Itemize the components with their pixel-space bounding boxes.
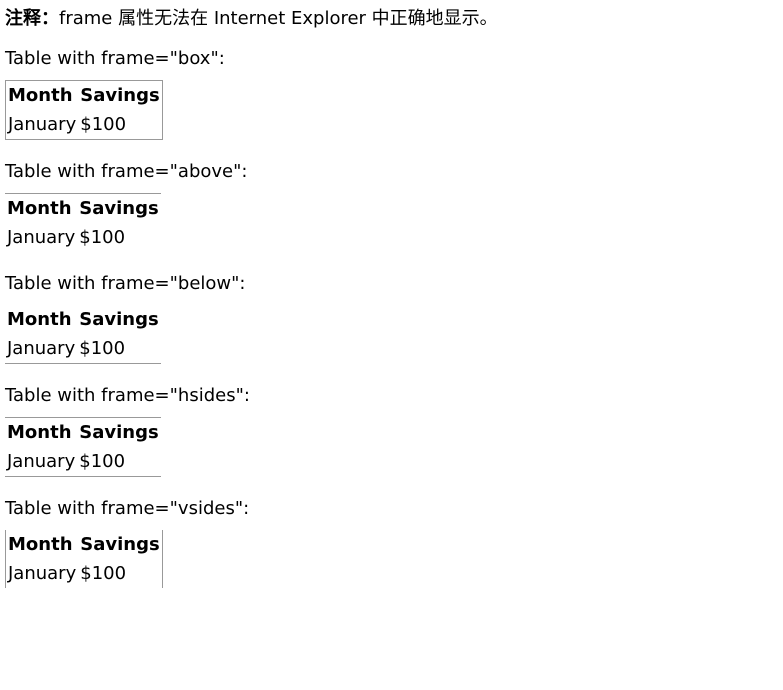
header-savings: Savings [80, 534, 160, 555]
note-label: 注释： [5, 8, 59, 29]
table-block-hsides: Table with frame="hsides": Month Savings… [5, 383, 783, 477]
table-header-row: Month Savings [5, 305, 161, 334]
table-row: January $100 [5, 334, 161, 363]
header-savings: Savings [79, 198, 159, 219]
cell-month: January [7, 451, 76, 472]
page: 注释：frame 属性无法在 Internet Explorer 中正确地显示。… [0, 0, 783, 588]
table-below: Month Savings January $100 [5, 305, 161, 364]
table-row: January $100 [6, 110, 162, 139]
header-month: Month [8, 534, 73, 555]
table-block-box: Table with frame="box": Month Savings Ja… [5, 46, 783, 140]
cell-month: January [8, 563, 77, 584]
table-caption-vsides: Table with frame="vsides": [5, 498, 250, 519]
cell-month: January [8, 114, 77, 135]
header-month: Month [7, 422, 72, 443]
header-month: Month [7, 198, 72, 219]
table-caption-box: Table with frame="box": [5, 48, 225, 69]
table-above: Month Savings January $100 [5, 193, 161, 252]
header-month: Month [8, 85, 73, 106]
table-caption-below: Table with frame="below": [5, 273, 246, 294]
header-savings: Savings [80, 85, 160, 106]
table-block-below: Table with frame="below": Month Savings … [5, 271, 783, 364]
cell-month: January [7, 227, 76, 248]
cell-savings: $100 [80, 114, 127, 135]
table-row: January $100 [6, 559, 162, 588]
note-text: frame 属性无法在 Internet Explorer 中正确地显示。 [59, 8, 498, 29]
header-month: Month [7, 309, 72, 330]
header-savings: Savings [79, 309, 159, 330]
table-row: January $100 [5, 447, 161, 476]
table-row: January $100 [5, 223, 161, 252]
table-box: Month Savings January $100 [5, 80, 163, 140]
table-caption-above: Table with frame="above": [5, 161, 248, 182]
table-header-row: Month Savings [6, 530, 162, 559]
cell-savings: $100 [79, 451, 126, 472]
table-header-row: Month Savings [5, 418, 161, 447]
note-paragraph: 注释：frame 属性无法在 Internet Explorer 中正确地显示。 [5, 6, 783, 32]
table-header-row: Month Savings [6, 81, 162, 110]
table-header-row: Month Savings [5, 194, 161, 223]
header-savings: Savings [79, 422, 159, 443]
table-block-vsides: Table with frame="vsides": Month Savings… [5, 496, 783, 588]
cell-savings: $100 [79, 338, 126, 359]
cell-month: January [7, 338, 76, 359]
table-block-above: Table with frame="above": Month Savings … [5, 159, 783, 252]
cell-savings: $100 [80, 563, 127, 584]
table-vsides: Month Savings January $100 [5, 530, 163, 588]
table-caption-hsides: Table with frame="hsides": [5, 385, 250, 406]
table-hsides: Month Savings January $100 [5, 417, 161, 477]
cell-savings: $100 [79, 227, 126, 248]
